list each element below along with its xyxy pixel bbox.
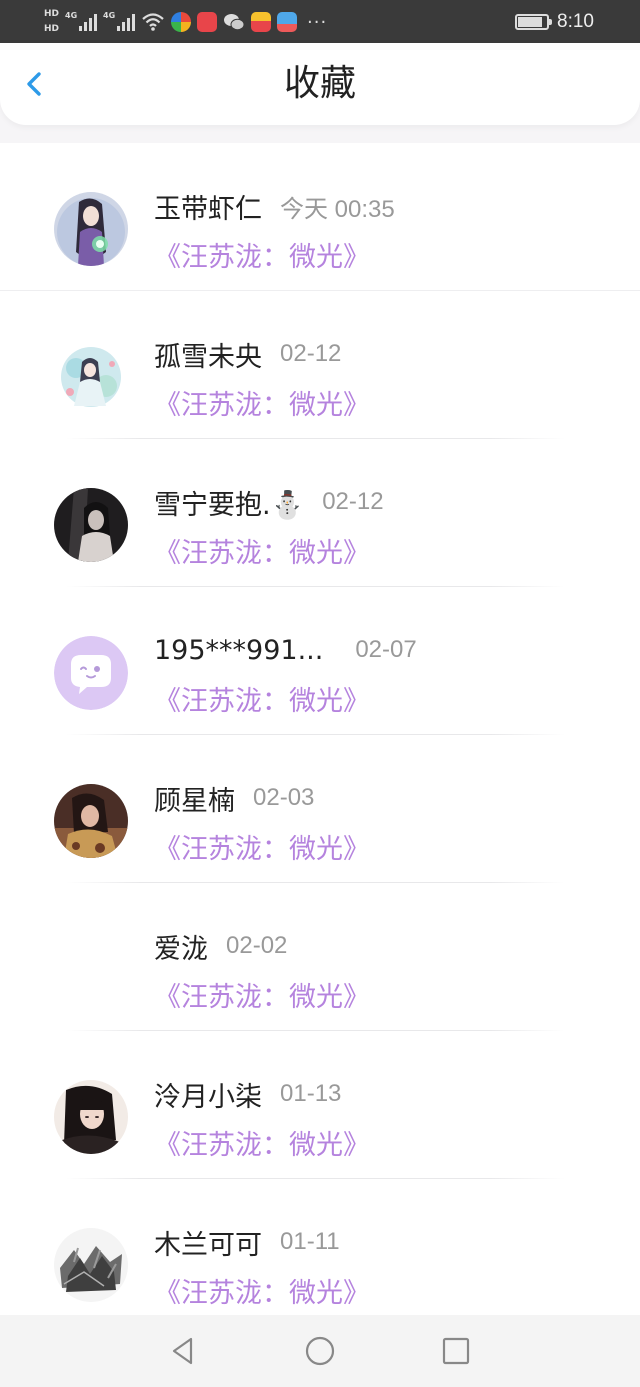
book-title[interactable]: 《汪苏泷：微光》: [154, 827, 370, 866]
book-title[interactable]: 《汪苏泷：微光》: [154, 679, 370, 718]
avatar-default-icon[interactable]: [54, 636, 128, 710]
signal-icon: 4G: [65, 11, 98, 31]
list-item[interactable]: 顾星楠 02-03 《汪苏泷：微光》: [0, 735, 640, 883]
timestamp: 02-07: [355, 636, 417, 663]
user-name: 泠月小柒: [154, 1081, 262, 1113]
favorites-list[interactable]: 玉带虾仁 今天 00:35 《汪苏泷：微光》 孤雪未央 02-12 《汪苏泷：微…: [0, 143, 640, 1315]
battery-icon: [515, 13, 553, 30]
page-title: 收藏: [283, 63, 356, 104]
wifi-icon: [142, 13, 164, 31]
timestamp: 02-12: [280, 340, 342, 367]
book-title[interactable]: 《汪苏泷：微光》: [154, 975, 370, 1014]
user-name: 顾星楠: [154, 785, 235, 817]
header-bar: 收藏: [0, 43, 640, 125]
huawei-app-icon: [197, 12, 218, 32]
item-header: 孤雪未央 02-12: [154, 334, 341, 374]
item-header: 195***991... 02-07: [154, 630, 417, 670]
item-header: 顾星楠 02-03: [154, 778, 314, 818]
system-navigation-bar: [0, 1315, 640, 1387]
avatar-blank[interactable]: [54, 932, 128, 1006]
book-title[interactable]: 《汪苏泷：微光》: [154, 531, 370, 570]
timestamp: 02-12: [322, 488, 384, 515]
wechat-icon: [224, 14, 245, 31]
item-header: 雪宁要抱.⛄ 02-12: [154, 482, 384, 522]
timestamp: 01-11: [280, 1228, 340, 1255]
book-title[interactable]: 《汪苏泷：微光》: [154, 383, 370, 422]
book-title[interactable]: 《汪苏泷：微光》: [154, 235, 370, 274]
list-item[interactable]: 木兰可可 01-11 《汪苏泷：微光》: [0, 1179, 640, 1315]
avatar[interactable]: [54, 192, 128, 266]
list-item[interactable]: 195***991... 02-07 《汪苏泷：微光》: [0, 587, 640, 735]
item-header: 泠月小柒 01-13: [154, 1074, 341, 1114]
avatar[interactable]: [54, 488, 128, 562]
user-name: 玉带虾仁: [154, 193, 262, 225]
avatar[interactable]: [54, 784, 128, 858]
book-title[interactable]: 《汪苏泷：微光》: [154, 1271, 370, 1310]
more-notifications-icon: ···: [307, 11, 328, 33]
list-item[interactable]: 雪宁要抱.⛄ 02-12 《汪苏泷：微光》: [0, 439, 640, 587]
user-name: 孤雪未央: [154, 341, 262, 373]
triangle-back-icon[interactable]: [167, 1335, 199, 1367]
timestamp: 02-02: [226, 932, 288, 959]
user-name: 195***991...: [154, 634, 324, 666]
timestamp: 02-03: [253, 784, 315, 811]
avatar[interactable]: [54, 1080, 128, 1154]
list-item[interactable]: 孤雪未央 02-12 《汪苏泷：微光》: [0, 291, 640, 439]
signal-icon-2: 4G: [103, 11, 136, 31]
weather-app-icon: [277, 12, 298, 32]
avatar[interactable]: [54, 340, 128, 414]
timestamp: 01-13: [280, 1080, 342, 1107]
list-item[interactable]: 爱泷 02-02 《汪苏泷：微光》: [0, 883, 640, 1031]
hd-indicators: HD HD: [44, 9, 59, 35]
square-recents-icon[interactable]: [440, 1335, 472, 1367]
item-header: 玉带虾仁 今天 00:35: [154, 186, 395, 226]
hd-icon: HD: [44, 9, 60, 19]
news-app-icon: [251, 12, 272, 32]
timestamp: 今天 00:35: [280, 195, 395, 223]
user-name: 木兰可可: [154, 1229, 262, 1261]
user-name: 爱泷: [154, 933, 208, 965]
circle-home-icon[interactable]: [304, 1335, 336, 1367]
user-name: 雪宁要抱.⛄: [154, 489, 305, 521]
clock: 8:10: [557, 10, 594, 32]
browser-app-icon: [171, 12, 192, 32]
avatar[interactable]: [54, 1228, 128, 1302]
list-item[interactable]: 玉带虾仁 今天 00:35 《汪苏泷：微光》: [0, 143, 640, 291]
item-header: 爱泷 02-02: [154, 926, 287, 966]
list-item[interactable]: 泠月小柒 01-13 《汪苏泷：微光》: [0, 1031, 640, 1179]
book-title[interactable]: 《汪苏泷：微光》: [154, 1123, 370, 1162]
hd-icon-2: HD: [44, 24, 60, 34]
item-header: 木兰可可 01-11: [154, 1222, 340, 1262]
